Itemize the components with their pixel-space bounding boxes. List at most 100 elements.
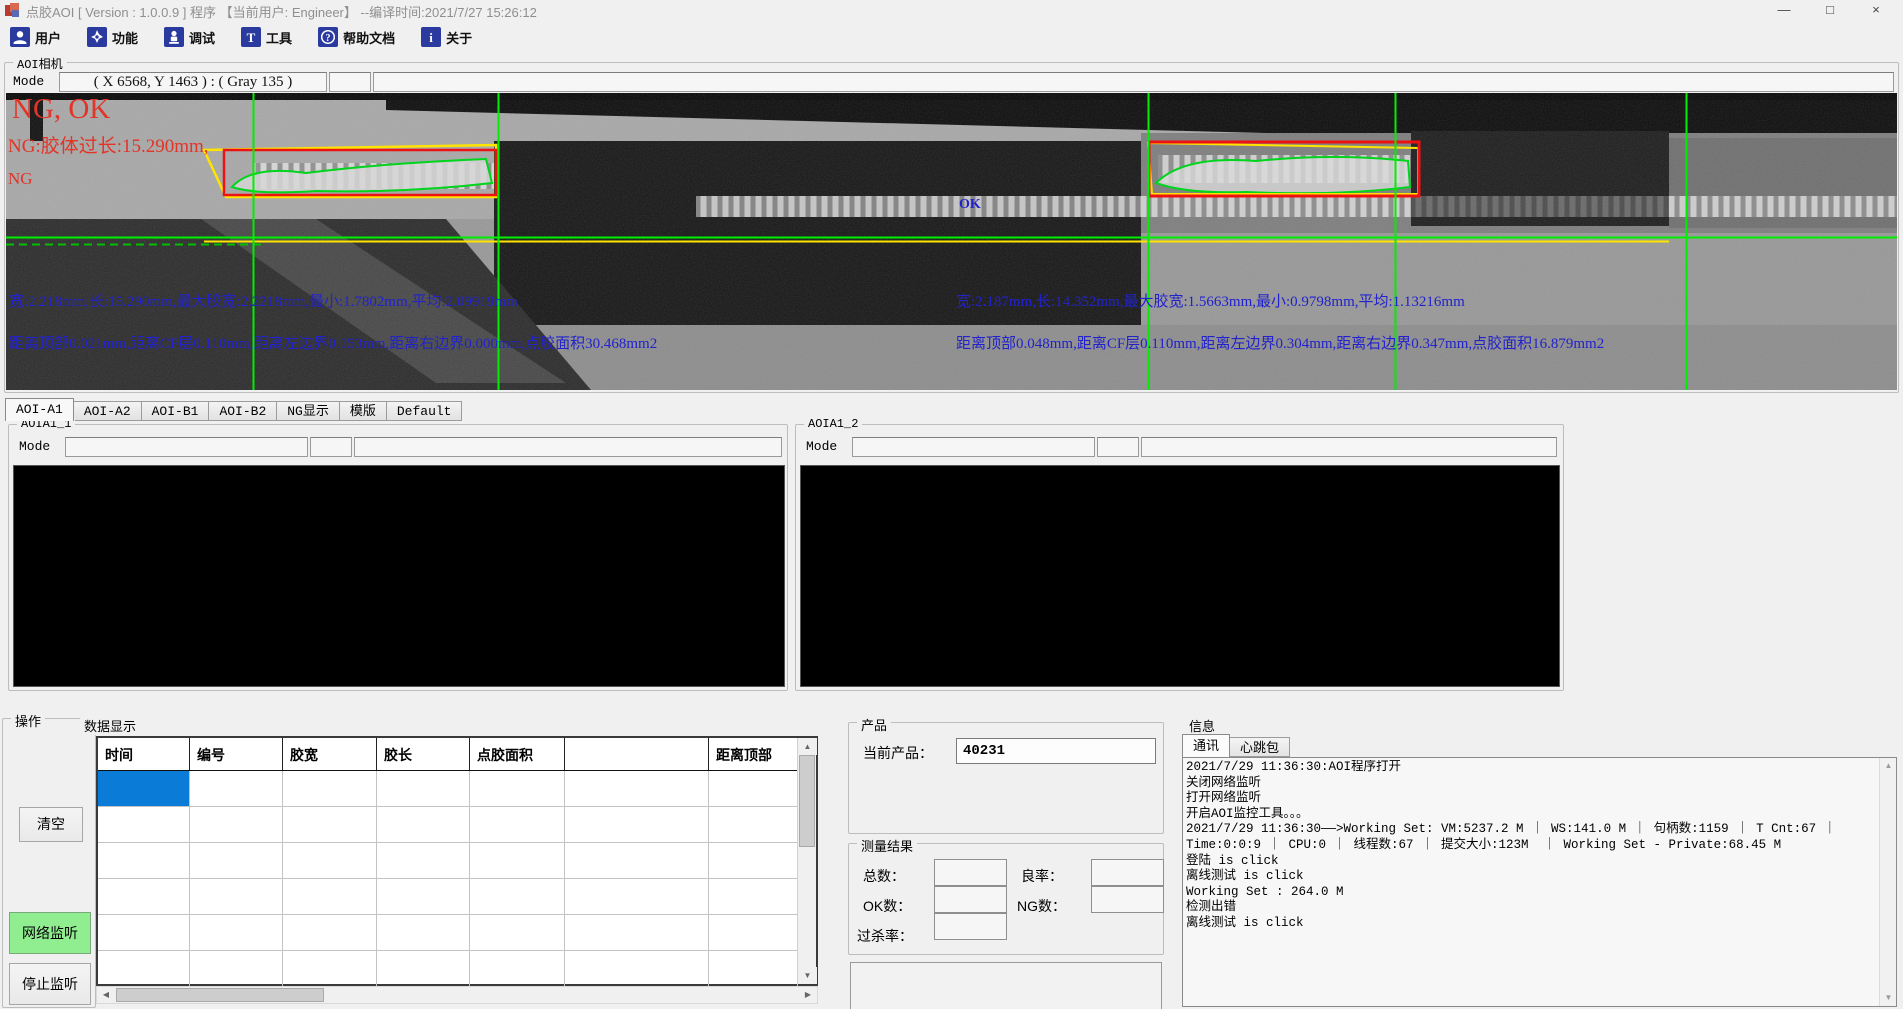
table-cell[interactable] (98, 879, 190, 915)
table-cell[interactable] (377, 771, 470, 807)
table-cell[interactable] (283, 771, 377, 807)
panel1-mode-dropdown[interactable]: Mode ▼ (15, 437, 61, 457)
camera-field-small[interactable] (329, 72, 371, 92)
table-cell[interactable] (98, 771, 190, 807)
table-cell[interactable] (470, 879, 565, 915)
scrollbar-thumb[interactable] (116, 988, 324, 1002)
panel2-field-1[interactable] (852, 437, 1095, 457)
scroll-up-icon[interactable]: ▲ (798, 738, 817, 755)
ok-count-field[interactable] (934, 886, 1007, 913)
table-cell[interactable] (470, 915, 565, 951)
scroll-left-icon[interactable]: ◀ (97, 987, 115, 1003)
minimize-button[interactable]: — (1761, 0, 1807, 21)
ok-label: OK (959, 197, 981, 213)
toolbar-button-user[interactable]: 用户 (10, 27, 61, 47)
table-row[interactable] (98, 843, 798, 879)
table-cell[interactable] (190, 771, 283, 807)
table-cell[interactable] (190, 843, 283, 879)
table-cell[interactable] (98, 843, 190, 879)
scroll-up-icon[interactable]: ▲ (1880, 758, 1897, 774)
table-vertical-scrollbar[interactable]: ▲ ▼ (797, 738, 816, 984)
table-cell[interactable] (98, 807, 190, 843)
close-button[interactable]: × (1853, 0, 1899, 21)
tab-default[interactable]: Default (387, 401, 463, 421)
panel1-field-3[interactable] (354, 437, 782, 457)
panel1-field-2[interactable] (310, 437, 352, 457)
table-cell[interactable] (283, 807, 377, 843)
tab-aoi-a1[interactable]: AOI-A1 (5, 398, 74, 421)
scroll-right-icon[interactable]: ▶ (799, 987, 817, 1003)
table-cell[interactable] (190, 951, 283, 987)
scroll-down-icon[interactable]: ▼ (1880, 990, 1897, 1006)
panel2-image-view[interactable] (800, 465, 1560, 687)
camera-field-long[interactable] (373, 72, 1894, 92)
table-cell[interactable] (709, 771, 798, 807)
table-cell[interactable] (377, 843, 470, 879)
tab-ng-display[interactable]: NG显示 (277, 401, 340, 421)
table-cell[interactable] (98, 951, 190, 987)
panel2-field-3[interactable] (1141, 437, 1557, 457)
table-cell[interactable] (565, 915, 709, 951)
current-product-input[interactable]: 40231 (956, 738, 1156, 764)
table-cell[interactable] (470, 843, 565, 879)
table-cell[interactable] (709, 915, 798, 951)
table-cell[interactable] (470, 951, 565, 987)
table-cell[interactable] (98, 915, 190, 951)
toolbar-button-function[interactable]: 功能 (87, 27, 138, 47)
panel1-field-1[interactable] (65, 437, 308, 457)
panel2-mode-dropdown[interactable]: Mode ▼ (802, 437, 848, 457)
table-cell[interactable] (377, 915, 470, 951)
table-cell[interactable] (470, 771, 565, 807)
toolbar-button-debug[interactable]: 调试 (164, 27, 215, 47)
toolbar-button-tools[interactable]: T 工具 (241, 27, 292, 47)
log-vertical-scrollbar[interactable]: ▲ ▼ (1879, 758, 1896, 1006)
tab-template[interactable]: 模版 (340, 401, 387, 421)
table-cell[interactable] (565, 843, 709, 879)
table-cell[interactable] (565, 771, 709, 807)
panel2-field-2[interactable] (1097, 437, 1139, 457)
table-cell[interactable] (377, 879, 470, 915)
table-cell[interactable] (565, 879, 709, 915)
camera-mode-dropdown[interactable]: Mode ▼ (9, 72, 55, 92)
ng-count-field[interactable] (1091, 886, 1164, 913)
toolbar-button-about[interactable]: i 关于 (421, 27, 472, 47)
table-row[interactable] (98, 807, 798, 843)
table-cell[interactable] (190, 879, 283, 915)
scrollbar-thumb[interactable] (799, 755, 815, 847)
communication-log[interactable]: 2021/7/29 11:36:30:AOI程序打开 关闭网络监听 打开网络监听… (1182, 757, 1897, 1007)
maximize-button[interactable]: □ (1807, 0, 1853, 21)
scroll-down-icon[interactable]: ▼ (798, 967, 817, 984)
table-cell[interactable] (283, 951, 377, 987)
table-cell[interactable] (377, 807, 470, 843)
tab-heartbeat[interactable]: 心跳包 (1230, 737, 1290, 757)
table-row[interactable] (98, 951, 798, 987)
table-cell[interactable] (709, 951, 798, 987)
table-cell[interactable] (283, 843, 377, 879)
table-cell[interactable] (190, 915, 283, 951)
overkill-field[interactable] (934, 913, 1007, 940)
camera-image-view[interactable]: NG, OK NG:胶体过长:15.290mm, NG OK 宽:2.218mm… (6, 93, 1897, 390)
table-horizontal-scrollbar[interactable]: ◀ ▶ (96, 986, 818, 1004)
tab-aoi-b2[interactable]: AOI-B2 (209, 401, 277, 421)
table-cell[interactable] (565, 807, 709, 843)
panel1-image-view[interactable] (13, 465, 785, 687)
table-cell[interactable] (190, 807, 283, 843)
tab-communication[interactable]: 通讯 (1182, 734, 1230, 757)
total-field[interactable] (934, 859, 1007, 886)
table-row[interactable] (98, 915, 798, 951)
tab-aoi-a2[interactable]: AOI-A2 (74, 401, 142, 421)
table-cell[interactable] (377, 951, 470, 987)
toolbar-button-help[interactable]: ? 帮助文档 (318, 27, 395, 47)
result-list-box[interactable] (850, 962, 1162, 1009)
table-cell[interactable] (470, 807, 565, 843)
tab-aoi-b1[interactable]: AOI-B1 (142, 401, 210, 421)
table-row[interactable] (98, 771, 798, 807)
table-row[interactable] (98, 879, 798, 915)
table-cell[interactable] (709, 879, 798, 915)
table-cell[interactable] (565, 951, 709, 987)
table-cell[interactable] (709, 843, 798, 879)
table-cell[interactable] (709, 807, 798, 843)
yield-field[interactable] (1091, 859, 1164, 886)
table-cell[interactable] (283, 879, 377, 915)
table-cell[interactable] (283, 915, 377, 951)
